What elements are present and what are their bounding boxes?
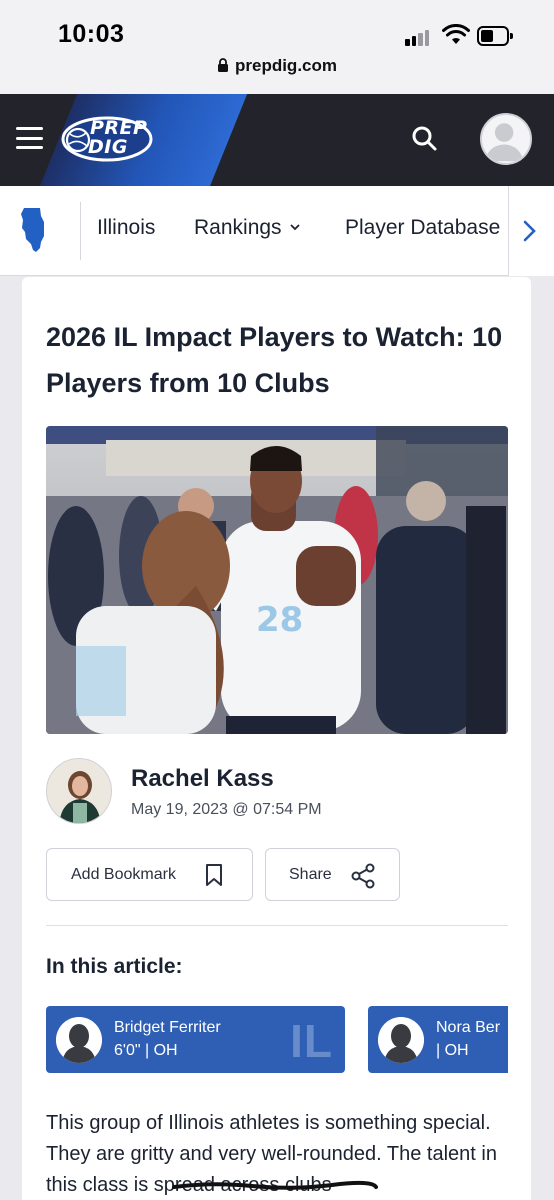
player-avatar — [56, 1017, 102, 1063]
subnav-divider — [80, 202, 81, 260]
top-navigation: PREP DIG — [0, 94, 554, 186]
url-bar[interactable]: prepdig.com — [0, 56, 554, 94]
wifi-icon — [442, 24, 470, 44]
user-avatar-button[interactable] — [480, 113, 532, 165]
player-name: Bridget Ferriter — [114, 1019, 221, 1036]
illinois-state-icon[interactable] — [20, 206, 48, 254]
cellular-signal-icon — [405, 28, 431, 46]
subnav-rankings-label: Rankings — [194, 216, 282, 239]
player-info: 6'0" | OH — [114, 1042, 178, 1059]
chevron-right-icon[interactable] — [522, 219, 538, 243]
share-label: Share — [289, 866, 332, 883]
add-bookmark-button[interactable]: Add Bookmark — [46, 848, 253, 901]
search-icon[interactable] — [410, 124, 438, 152]
logo-text-dig: DIG — [88, 136, 128, 158]
user-silhouette-icon — [485, 123, 523, 162]
subnav-item-player-database[interactable]: Player Database — [345, 216, 500, 240]
player-info: | OH — [436, 1042, 469, 1059]
subnav-item-illinois[interactable]: Illinois — [97, 216, 155, 240]
chevron-down-icon — [289, 224, 300, 231]
url-text: prepdig.com — [234, 56, 337, 75]
jersey-number-text: 28 — [256, 600, 303, 640]
article-hero-image: 28 — [46, 426, 508, 734]
add-bookmark-label: Add Bookmark — [71, 866, 176, 883]
ink-scribble — [172, 1180, 378, 1190]
share-button[interactable]: Share — [265, 848, 400, 901]
player-card[interactable]: Bridget Ferriter 6'0" | OH IL — [46, 1006, 345, 1073]
battery-icon — [477, 26, 513, 46]
article-title: 2026 IL Impact Players to Watch: 10 Play… — [46, 322, 503, 398]
player-card[interactable]: Nora Ber | OH — [368, 1006, 508, 1073]
player-state-watermark: IL — [290, 1015, 333, 1067]
bookmark-icon — [206, 864, 222, 886]
share-icon — [351, 863, 375, 889]
author-avatar[interactable] — [46, 758, 112, 824]
in-this-article-heading: In this article: — [46, 955, 183, 978]
lock-icon — [217, 58, 228, 72]
player-name: Nora Ber — [436, 1019, 501, 1036]
player-avatar — [378, 1017, 424, 1063]
author-name[interactable]: Rachel Kass — [131, 765, 274, 793]
section-divider — [46, 925, 508, 926]
subnav-item-rankings[interactable]: Rankings — [194, 216, 300, 240]
status-bar: 10:03 — [0, 0, 554, 56]
menu-icon[interactable] — [16, 127, 43, 149]
status-time: 10:03 — [58, 20, 125, 48]
player-card-clip: Nora Ber | OH — [368, 1006, 508, 1073]
publish-date: May 19, 2023 @ 07:54 PM — [131, 801, 322, 818]
